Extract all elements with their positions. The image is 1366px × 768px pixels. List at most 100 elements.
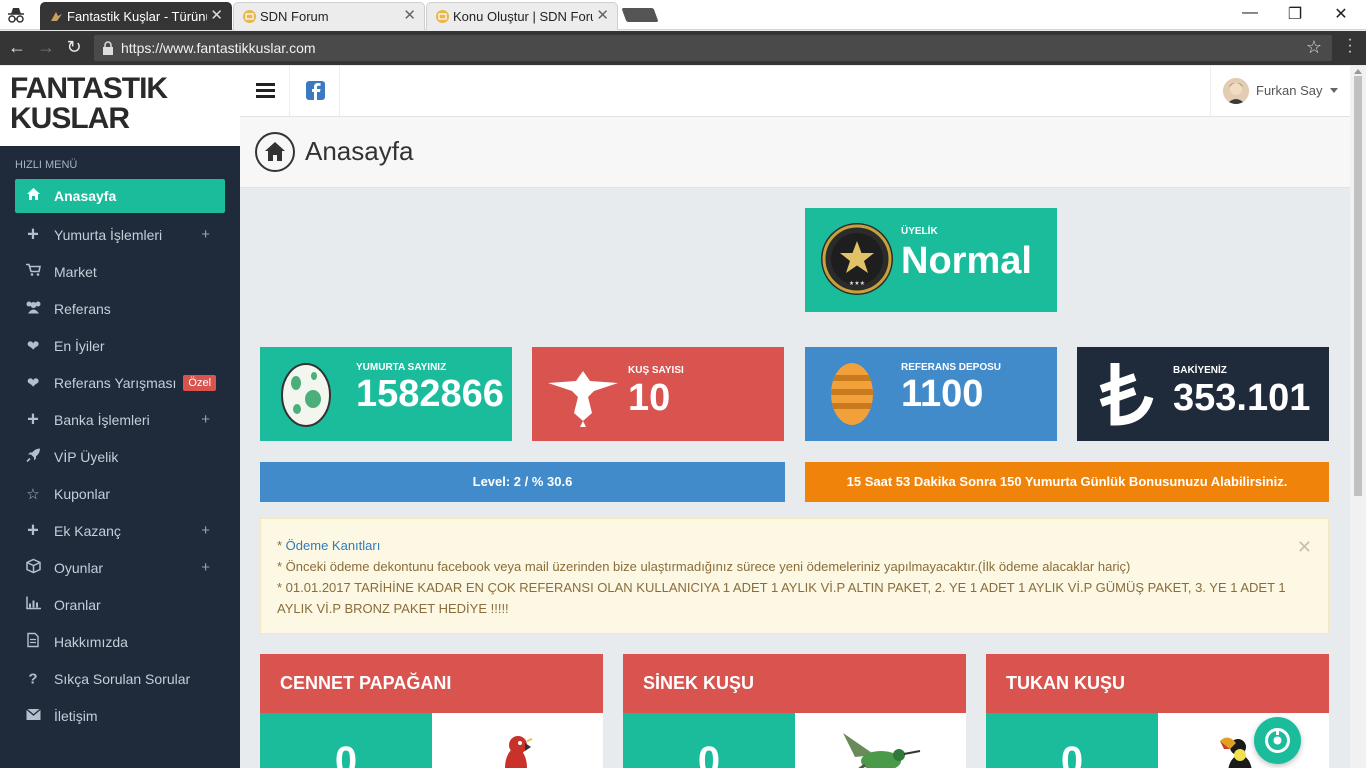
tab-close-icon[interactable]: ✕ xyxy=(596,8,609,23)
sidebar-item-iletisim[interactable]: İletişim xyxy=(15,697,225,734)
birds-tile: KUŞ SAYISI 10 xyxy=(532,347,784,441)
expand-plus-icon[interactable]: + xyxy=(201,559,210,576)
sidebar-item-banka-islemleri[interactable]: + Banka İşlemleri + xyxy=(15,401,225,438)
scroll-up-icon[interactable] xyxy=(1354,69,1362,74)
turkish-lira-icon xyxy=(1099,363,1154,426)
sidebar-item-sss[interactable]: ? Sıkça Sorulan Sorular xyxy=(15,660,225,697)
tab-fantastik-kuslar[interactable]: Fantastik Kuşlar - Türünü ✕ xyxy=(40,2,232,30)
medal-star-icon: ★★★ xyxy=(821,223,893,295)
sidebar-item-referans-yarismasi[interactable]: ❤ Referans Yarışması Özel xyxy=(15,364,225,401)
tab-close-icon[interactable]: ✕ xyxy=(210,8,223,23)
bookmark-star-icon[interactable]: ☆ xyxy=(1306,37,1322,58)
sidebar-item-anasayfa[interactable]: Anasayfa xyxy=(15,179,225,213)
balance-label: BAKİYENİZ xyxy=(1173,365,1227,376)
sidebar-item-label: Kuponlar xyxy=(54,485,111,502)
membership-tile: ★★★ ÜYELİK Normal xyxy=(805,208,1057,312)
page-header: Anasayfa xyxy=(240,117,1350,188)
payment-proofs-link[interactable]: Ödeme Kanıtları xyxy=(286,538,381,553)
tab-title: Fantastik Kuşlar - Türünü xyxy=(67,9,207,24)
restore-icon[interactable]: ❐ xyxy=(1272,4,1318,24)
bonus-bar: 15 Saat 53 Dakika Sonra 150 Yumurta Günl… xyxy=(805,462,1329,502)
toucan-icon xyxy=(1220,737,1252,768)
page-title: Anasayfa xyxy=(305,136,414,166)
bird-card-sinek-kusu[interactable]: SİNEK KUŞU 0 xyxy=(623,654,966,768)
bird-count-panel: 0 xyxy=(260,713,432,768)
sidebar-item-oranlar[interactable]: Oranlar xyxy=(15,586,225,623)
bird-card-cennet-papagani[interactable]: CENNET PAPAĞANI 0 xyxy=(260,654,603,768)
new-tab-button[interactable] xyxy=(621,8,659,22)
sidebar-item-label: Banka İşlemleri xyxy=(54,411,150,428)
bird-count-panel: 0 xyxy=(986,713,1158,768)
sidebar-item-label: Anasayfa xyxy=(54,188,117,204)
page-scrollbar[interactable] xyxy=(1350,66,1366,768)
notice-line-3: * 01.01.2017 TARİHİNE KADAR EN ÇOK REFER… xyxy=(277,580,1286,616)
browser-toolbar: ← → ↻ https://www.fantastikkuslar.com ☆ … xyxy=(0,31,1366,65)
expand-plus-icon[interactable]: + xyxy=(201,522,210,539)
sidebar-item-label: Referans Yarışması xyxy=(54,374,177,391)
cart-icon xyxy=(25,263,41,280)
tab-konu-olustur[interactable]: Konu Oluştur | SDN Forum ✕ xyxy=(426,2,618,30)
birds-label: KUŞ SAYISI xyxy=(628,365,684,376)
brand-line-1: FANTASTIK xyxy=(10,72,168,105)
minimize-icon[interactable]: — xyxy=(1227,4,1273,22)
sidebar-item-yumurta-islemleri[interactable]: + Yumurta İşlemleri + xyxy=(15,216,225,253)
level-bar: Level: 2 / % 30.6 xyxy=(260,462,785,502)
bird-count-panel: 0 xyxy=(623,713,795,768)
browser-tab-bar: Fantastik Kuşlar - Türünü ✕ SDN Forum ✕ … xyxy=(0,0,1366,30)
back-icon[interactable]: ← xyxy=(6,37,28,58)
eggs-label: YUMURTA SAYINIZ xyxy=(356,362,447,373)
sidebar-item-referans[interactable]: Referans xyxy=(15,290,225,327)
tab-close-icon[interactable]: ✕ xyxy=(403,8,416,23)
sidebar-item-label: VİP Üyelik xyxy=(54,448,119,465)
sidebar-item-ek-kazanc[interactable]: + Ek Kazanç + xyxy=(15,512,225,549)
hummingbird-icon xyxy=(843,733,921,768)
badge-ozel: Özel xyxy=(183,374,217,391)
close-window-icon[interactable]: ✕ xyxy=(1318,4,1364,24)
sidebar-item-market[interactable]: Market xyxy=(15,253,225,290)
reload-icon[interactable]: ↻ xyxy=(63,37,85,58)
balance-value: 353.101 xyxy=(1173,377,1311,419)
forward-icon[interactable]: → xyxy=(35,37,57,58)
browser-menu-icon[interactable]: · · · xyxy=(1344,32,1356,60)
sidebar-item-label: Yumurta İşlemleri xyxy=(54,226,163,243)
users-icon xyxy=(25,300,41,317)
facebook-icon[interactable] xyxy=(290,66,340,116)
close-icon[interactable]: ✕ xyxy=(1297,537,1312,558)
membership-value: Normal xyxy=(901,240,1032,282)
address-bar[interactable]: https://www.fantastikkuslar.com ☆ xyxy=(94,35,1332,61)
parrot-icon xyxy=(505,736,533,768)
sidebar-item-label: Oyunlar xyxy=(54,559,104,576)
referral-deposit-label: REFERANS DEPOSU xyxy=(901,362,1002,373)
chat-widget-button[interactable] xyxy=(1254,717,1301,764)
expand-plus-icon[interactable]: + xyxy=(201,411,210,428)
sidebar-item-en-iyiler[interactable]: ❤ En İyiler xyxy=(15,327,225,364)
bird-card-title: CENNET PAPAĞANI xyxy=(260,654,603,713)
sidebar-item-kuponlar[interactable]: ☆ Kuponlar xyxy=(15,475,225,512)
brand-logo[interactable]: FANTASTIK KUSLAR xyxy=(0,66,240,146)
tab-sdn-forum[interactable]: SDN Forum ✕ xyxy=(233,2,425,30)
expand-plus-icon[interactable]: + xyxy=(201,226,210,243)
user-menu[interactable]: Furkan Say xyxy=(1210,66,1350,116)
golden-egg-icon xyxy=(831,363,873,425)
star-icon: ☆ xyxy=(26,485,40,503)
notice-line-2: * Önceki ödeme dekontunu facebook veya m… xyxy=(277,559,1131,574)
bird-count: 0 xyxy=(697,739,721,768)
sidebar-item-hakkimizda[interactable]: Hakkımızda xyxy=(15,623,225,660)
plus-icon: + xyxy=(27,519,39,541)
document-icon xyxy=(25,632,41,651)
referral-deposit-value: 1100 xyxy=(901,373,984,415)
scroll-thumb[interactable] xyxy=(1354,76,1362,496)
tab-title: SDN Forum xyxy=(260,9,329,24)
home-icon xyxy=(255,132,295,172)
sdn-favicon-icon xyxy=(243,10,256,23)
chevron-down-icon xyxy=(1330,88,1338,93)
sidebar-item-vip-uyelik[interactable]: VİP Üyelik xyxy=(15,438,225,475)
heart-icon: ❤ xyxy=(26,374,40,392)
balance-tile: BAKİYENİZ 353.101 xyxy=(1077,347,1329,441)
sidebar-item-oyunlar[interactable]: Oyunlar + xyxy=(15,549,225,586)
bird-count: 0 xyxy=(334,739,358,768)
hamburger-menu-icon[interactable] xyxy=(240,66,290,116)
sidebar-item-label: Sıkça Sorulan Sorular xyxy=(54,670,191,687)
plus-icon: + xyxy=(27,223,39,245)
question-icon: ? xyxy=(28,670,38,687)
